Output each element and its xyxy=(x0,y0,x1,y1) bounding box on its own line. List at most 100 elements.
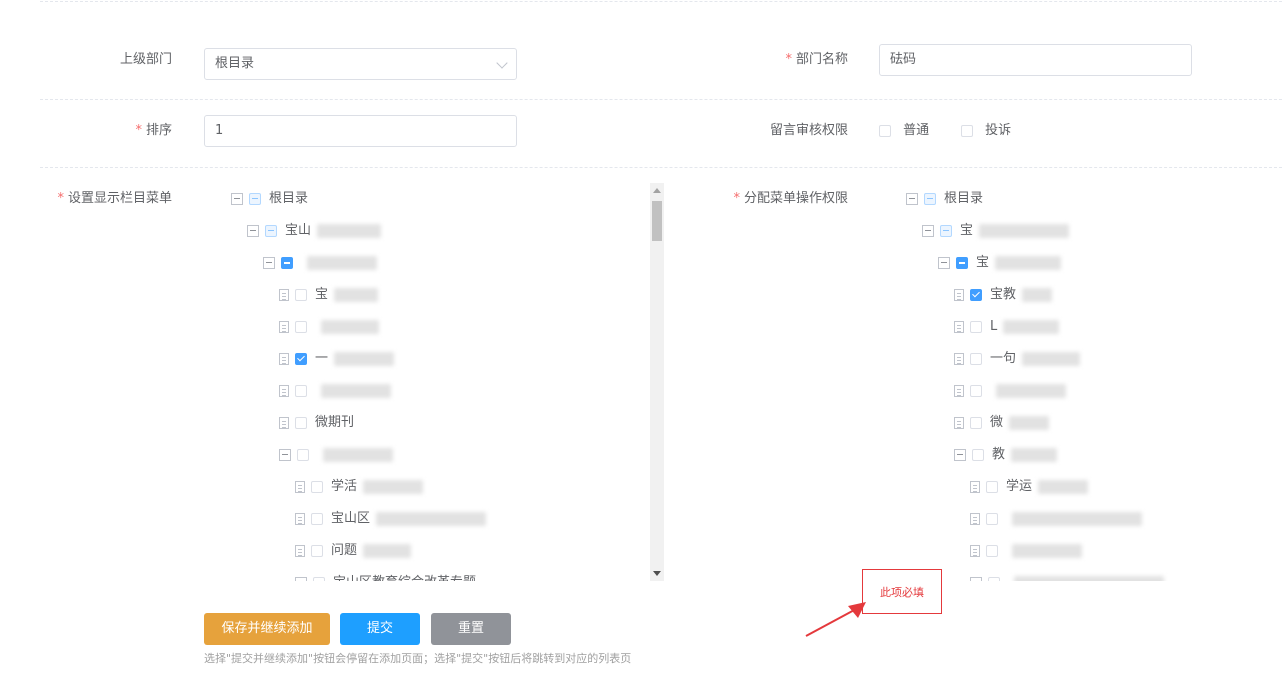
redacted-text xyxy=(1014,575,1164,581)
parent-dept-label: 上级部门 xyxy=(119,52,172,67)
review-option-normal[interactable]: 普通 xyxy=(879,115,929,147)
scrollbar-thumb[interactable] xyxy=(652,201,662,241)
redacted-text xyxy=(321,383,391,398)
tree-node[interactable] xyxy=(279,317,385,337)
collapse-icon[interactable] xyxy=(954,448,966,461)
tree-node[interactable]: 问题 xyxy=(295,541,417,561)
tree-node[interactable]: 一句 xyxy=(954,349,1086,369)
redacted-text xyxy=(321,319,379,334)
display-menu-scrollbar[interactable] xyxy=(650,183,664,581)
tree-node-checkbox[interactable] xyxy=(295,320,307,333)
redacted-text xyxy=(307,255,377,270)
tree-node-label: 宝山区教育综合改革专题 xyxy=(333,575,476,581)
tree-node-label: 一 xyxy=(315,351,329,366)
tree-node[interactable]: 宝 xyxy=(279,285,384,305)
tree-node[interactable]: 微 xyxy=(954,413,1055,433)
tree-node[interactable]: 宝山区 xyxy=(295,509,492,529)
collapse-icon[interactable] xyxy=(970,576,982,581)
tree-node[interactable] xyxy=(263,253,383,273)
tree-node-checkbox[interactable] xyxy=(295,384,307,397)
tree-node-checkbox[interactable] xyxy=(970,416,982,429)
tree-node-checkbox[interactable] xyxy=(924,192,936,205)
collapse-icon[interactable] xyxy=(938,256,950,269)
tree-node-checkbox[interactable] xyxy=(311,480,323,493)
tree-node[interactable]: L xyxy=(954,317,1065,337)
tree-node-checkbox[interactable] xyxy=(297,448,309,461)
redacted-text xyxy=(995,255,1062,270)
tree-node-checkbox[interactable] xyxy=(295,288,307,301)
review-option-complaint[interactable]: 投诉 xyxy=(961,115,1011,147)
tree-node-checkbox[interactable] xyxy=(281,256,293,269)
collapse-icon[interactable] xyxy=(906,192,918,205)
document-icon xyxy=(970,512,980,525)
document-icon xyxy=(954,416,964,429)
document-icon xyxy=(970,480,980,493)
submit-button[interactable]: 提交 xyxy=(340,613,420,645)
tree-node-checkbox[interactable] xyxy=(295,416,307,429)
save-continue-button[interactable]: 保存并继续添加 xyxy=(204,613,330,645)
tree-node-label: 宝山区 xyxy=(331,511,371,526)
review-complaint-checkbox[interactable] xyxy=(961,124,973,137)
collapse-icon[interactable] xyxy=(231,192,243,205)
tree-node-checkbox[interactable] xyxy=(311,512,323,525)
tree-node[interactable]: 教 xyxy=(954,445,1063,465)
dept-name-input[interactable]: 砝码 xyxy=(879,44,1192,76)
document-icon xyxy=(295,544,305,557)
tree-node-checkbox[interactable] xyxy=(970,352,982,365)
tree-node[interactable] xyxy=(970,541,1088,561)
tree-node[interactable]: 宝山 xyxy=(247,221,387,241)
tree-node[interactable] xyxy=(279,445,399,465)
document-icon xyxy=(295,512,305,525)
tree-node-label: 学活 xyxy=(331,479,358,494)
tree-node[interactable]: 宝山区教育综合改革专题 xyxy=(295,573,482,581)
tree-node[interactable]: 学活 xyxy=(295,477,429,497)
tree-node-label: 微 xyxy=(990,415,1004,430)
reset-button[interactable]: 重置 xyxy=(431,613,511,645)
collapse-icon[interactable] xyxy=(295,576,307,581)
scroll-up-icon[interactable] xyxy=(653,188,661,193)
tree-node[interactable] xyxy=(970,509,1148,529)
collapse-icon[interactable] xyxy=(279,448,291,461)
tree-node[interactable]: 根目录 xyxy=(906,189,989,209)
tree-node[interactable]: 学运 xyxy=(970,477,1094,497)
tree-node[interactable]: 一 xyxy=(279,349,400,369)
tree-node-checkbox[interactable] xyxy=(986,512,998,525)
assign-menu-tree[interactable]: 根目录宝宝宝教 L 一句微教学运 xyxy=(903,183,1203,581)
tree-node-checkbox[interactable] xyxy=(265,224,277,237)
tree-node-checkbox[interactable] xyxy=(956,256,968,269)
tree-node-checkbox[interactable] xyxy=(970,384,982,397)
tree-node-checkbox[interactable] xyxy=(940,224,952,237)
sort-label: * 排序 xyxy=(135,123,172,138)
tree-node-checkbox[interactable] xyxy=(986,544,998,557)
tree-node-checkbox[interactable] xyxy=(295,352,307,365)
redacted-text xyxy=(376,511,487,526)
tree-node[interactable] xyxy=(954,381,1072,401)
collapse-icon[interactable] xyxy=(922,224,934,237)
collapse-icon[interactable] xyxy=(263,256,275,269)
tree-node-label: 宝 xyxy=(960,223,974,238)
scroll-down-icon[interactable] xyxy=(653,571,661,576)
tree-node-checkbox[interactable] xyxy=(313,576,325,581)
tree-node[interactable] xyxy=(279,381,397,401)
review-normal-checkbox[interactable] xyxy=(879,124,891,137)
tree-node[interactable]: 宝 xyxy=(938,253,1067,273)
tree-node-checkbox[interactable] xyxy=(970,288,982,301)
submit-hint: 选择"提交并继续添加"按钮会停留在添加页面；选择"提交"按钮后将跳转到对应的列表… xyxy=(204,652,632,665)
tree-node[interactable]: 宝 xyxy=(922,221,1075,241)
tree-node-checkbox[interactable] xyxy=(249,192,261,205)
document-icon xyxy=(279,352,289,365)
tree-node-checkbox[interactable] xyxy=(988,576,1000,581)
collapse-icon[interactable] xyxy=(247,224,259,237)
display-menu-tree[interactable]: 根目录宝山宝一微期刊学活宝山区问题宝山区教育综合改革专题 xyxy=(228,183,650,581)
parent-dept-select[interactable]: 根目录 xyxy=(204,48,517,80)
tree-node[interactable]: 根目录 xyxy=(231,189,314,209)
tree-node[interactable]: 微期刊 xyxy=(279,413,360,433)
sort-input[interactable]: 1 xyxy=(204,115,517,147)
tree-node-checkbox[interactable] xyxy=(970,320,982,333)
tree-node-checkbox[interactable] xyxy=(311,544,323,557)
tree-node-checkbox[interactable] xyxy=(986,480,998,493)
tree-node[interactable]: 宝教 xyxy=(954,285,1058,305)
tree-node-checkbox[interactable] xyxy=(972,448,984,461)
row-divider-1 xyxy=(40,99,1282,100)
tree-node[interactable] xyxy=(970,573,1170,581)
